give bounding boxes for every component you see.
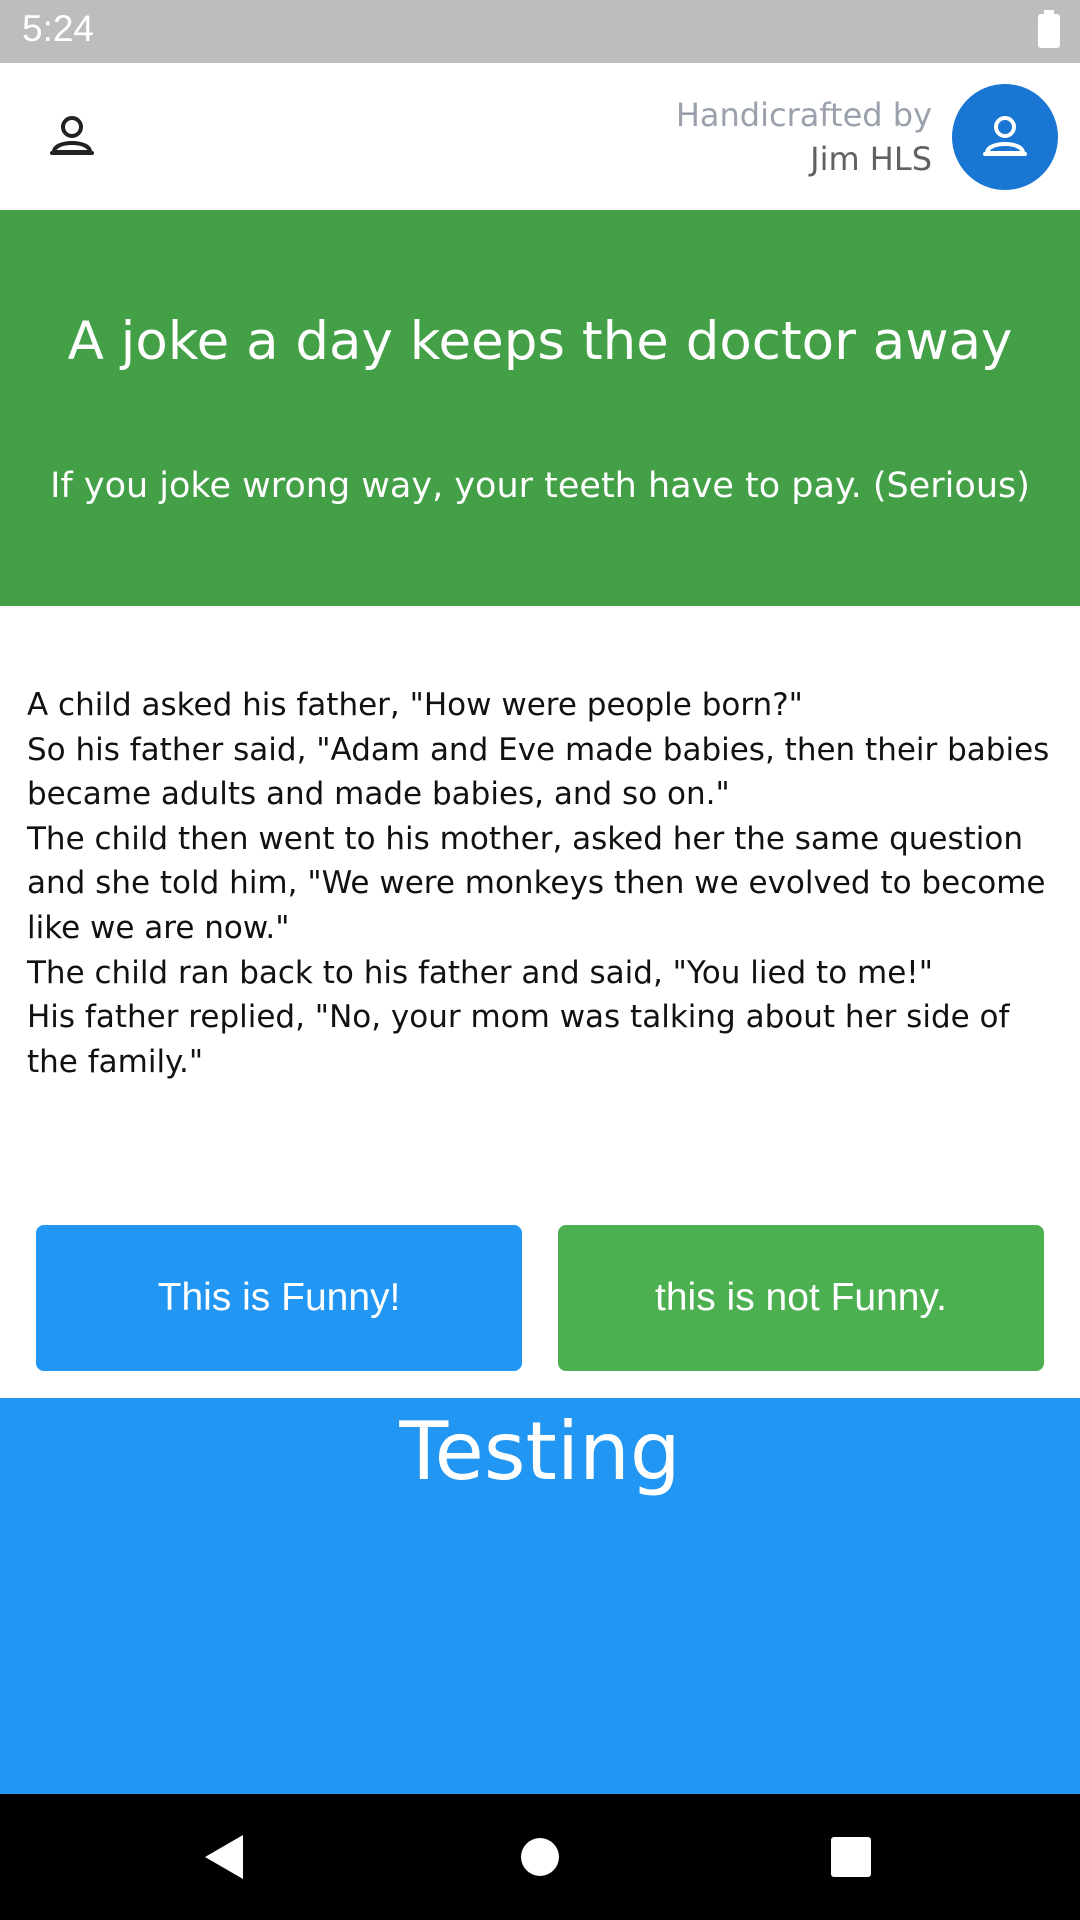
joke-line: So his father said, "Adam and Eve made b… [27, 731, 1050, 813]
avatar-button[interactable] [952, 84, 1058, 190]
home-icon[interactable] [521, 1838, 559, 1876]
funny-button[interactable]: This is Funny! [36, 1225, 522, 1371]
navigation-bar [0, 1794, 1080, 1920]
credit-name: Jim HLS [810, 140, 932, 178]
joke-line: The child ran back to his father and sai… [27, 954, 933, 991]
testing-title: Testing [399, 1405, 681, 1498]
not-funny-button[interactable]: this is not Funny. [558, 1225, 1044, 1371]
joke-line: A child asked his father, "How were peop… [27, 687, 803, 723]
hero-title: A joke a day keeps the doctor away [67, 311, 1013, 372]
hero-banner: A joke a day keeps the doctor away If yo… [0, 210, 1080, 606]
app-header: Handicrafted by Jim HLS [0, 63, 1080, 210]
recents-icon[interactable] [831, 1837, 871, 1877]
credit-label: Handicrafted by [675, 96, 932, 134]
testing-panel: Testing [0, 1398, 1080, 1794]
joke-line: His father replied, "No, your mom was ta… [27, 999, 1010, 1080]
joke-text: A child asked his father, "How were peop… [27, 683, 1062, 1084]
hero-subtitle: If you joke wrong way, your teeth have t… [50, 466, 1030, 506]
battery-icon [1038, 10, 1060, 48]
credit: Handicrafted by Jim HLS [676, 93, 932, 181]
back-icon[interactable] [205, 1835, 243, 1879]
user-outline-icon [983, 116, 1027, 156]
status-time: 5:24 [22, 8, 95, 49]
user-icon[interactable] [48, 112, 96, 160]
status-bar: 5:24 [0, 0, 1080, 63]
joke-line: The child then went to his mother, asked… [27, 820, 1046, 946]
